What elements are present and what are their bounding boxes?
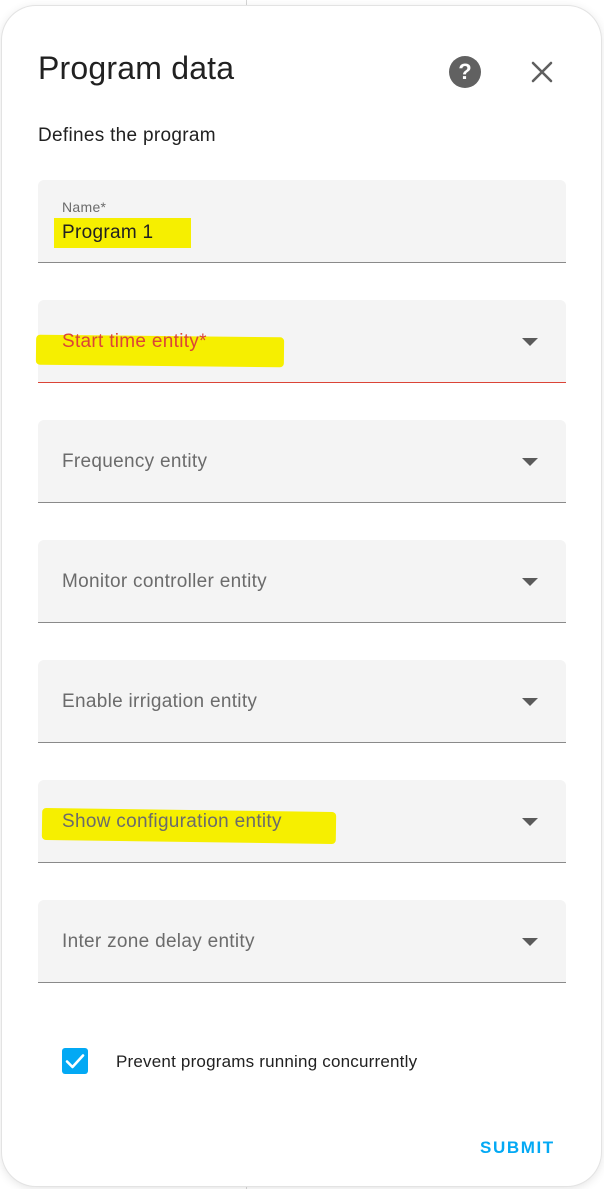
- checkmark-icon: [65, 1054, 85, 1069]
- prevent-concurrent-label: Prevent programs running concurrently: [116, 1052, 418, 1071]
- name-input[interactable]: Program 1: [62, 222, 153, 244]
- dialog-title: Program data: [38, 50, 235, 86]
- monitor-controller-entity-select[interactable]: Monitor controller entity: [38, 540, 566, 623]
- chevron-down-icon[interactable]: [522, 698, 538, 706]
- chevron-down-icon[interactable]: [522, 458, 538, 466]
- inter-zone-delay-entity-label: Inter zone delay entity: [62, 931, 255, 952]
- name-field[interactable]: Name* Program 1: [38, 180, 566, 263]
- close-icon[interactable]: [530, 60, 554, 84]
- dialog-subtitle: Defines the program: [38, 125, 216, 146]
- prevent-concurrent-checkbox[interactable]: [62, 1048, 88, 1074]
- frequency-entity-select[interactable]: Frequency entity: [38, 420, 566, 503]
- frequency-entity-label: Frequency entity: [62, 451, 208, 472]
- enable-irrigation-entity-label: Enable irrigation entity: [62, 691, 258, 712]
- start-time-entity-select[interactable]: Start time entity*: [35, 300, 566, 383]
- chevron-down-icon[interactable]: [522, 578, 538, 586]
- program-data-dialog: Program data ? Defines the program Name*…: [2, 6, 601, 1186]
- chevron-down-icon[interactable]: [522, 818, 538, 826]
- submit-button[interactable]: SUBMIT: [480, 1138, 555, 1158]
- chevron-down-icon[interactable]: [522, 338, 538, 346]
- start-time-entity-label: Start time entity*: [62, 331, 207, 352]
- help-icon[interactable]: ?: [449, 56, 481, 88]
- monitor-controller-entity-label: Monitor controller entity: [62, 571, 267, 592]
- enable-irrigation-entity-select[interactable]: Enable irrigation entity: [38, 660, 566, 743]
- inter-zone-delay-entity-select[interactable]: Inter zone delay entity: [38, 900, 566, 983]
- name-label: Name*: [62, 199, 107, 215]
- show-configuration-entity-select[interactable]: Show configuration entity: [38, 780, 566, 863]
- show-configuration-entity-label: Show configuration entity: [62, 811, 282, 832]
- chevron-down-icon[interactable]: [522, 938, 538, 946]
